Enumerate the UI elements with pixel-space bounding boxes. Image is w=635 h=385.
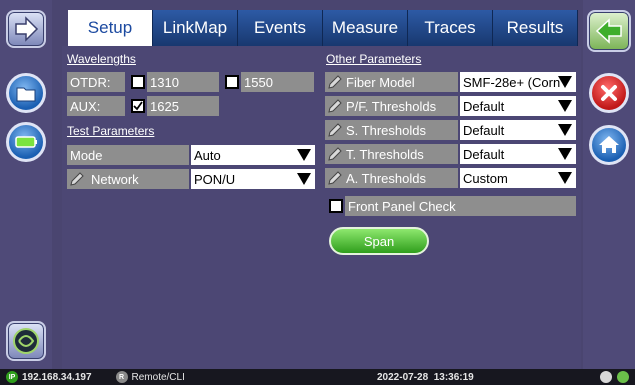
otdr-1310-checkbox[interactable] bbox=[131, 75, 145, 89]
s-thresholds-value: Default bbox=[463, 122, 505, 138]
fiber-model-label-cell[interactable]: Fiber Model bbox=[325, 72, 458, 92]
settings-logo-icon bbox=[13, 328, 39, 354]
pf-thresholds-label: P/F. Thresholds bbox=[346, 98, 437, 114]
tab-measure[interactable]: Measure bbox=[323, 10, 408, 46]
chevron-down-icon bbox=[297, 149, 311, 161]
fiber-model-dropdown[interactable]: SMF-28e+ (Corni bbox=[460, 72, 576, 92]
left-rail bbox=[0, 0, 52, 369]
network-dropdown[interactable]: PON/U bbox=[191, 169, 315, 189]
remote-icon: R bbox=[115, 371, 128, 383]
pf-thresholds-label-cell[interactable]: P/F. Thresholds bbox=[325, 96, 458, 116]
pencil-icon[interactable] bbox=[326, 121, 344, 139]
t-thresholds-value: Default bbox=[463, 146, 505, 162]
fiber-model-label: Fiber Model bbox=[346, 74, 415, 90]
a-thresholds-label-cell[interactable]: A. Thresholds bbox=[325, 168, 458, 188]
otdr-label: OTDR: bbox=[67, 72, 125, 92]
fiber-model-value: SMF-28e+ (Corni bbox=[463, 74, 561, 90]
aux-1625-label: 1625 bbox=[147, 96, 219, 116]
app-logo-button[interactable] bbox=[6, 321, 46, 361]
pencil-icon[interactable] bbox=[326, 145, 344, 163]
s-thresholds-dropdown[interactable]: Default bbox=[460, 120, 576, 140]
t-thresholds-label-cell[interactable]: T. Thresholds bbox=[325, 144, 458, 164]
pf-thresholds-dropdown[interactable]: Default bbox=[460, 96, 576, 116]
datetime: 2022-07-28 13:36:19 bbox=[377, 371, 474, 383]
pencil-icon[interactable] bbox=[68, 170, 86, 188]
home-icon bbox=[599, 136, 619, 153]
bluetooth-icon bbox=[600, 371, 612, 383]
mode-value: Auto bbox=[194, 147, 221, 163]
chevron-down-icon bbox=[558, 172, 572, 184]
arrow-left-icon bbox=[595, 18, 622, 44]
close-button[interactable] bbox=[589, 73, 629, 113]
front-panel-check-label: Front Panel Check bbox=[345, 196, 576, 216]
a-thresholds-value: Custom bbox=[463, 170, 508, 186]
tab-events[interactable]: Events bbox=[238, 10, 323, 46]
right-rail bbox=[583, 0, 635, 369]
pf-thresholds-value: Default bbox=[463, 98, 505, 114]
mode-label: Mode bbox=[67, 145, 189, 165]
chevron-down-icon bbox=[558, 124, 572, 136]
ip-address: 192.168.34.197 bbox=[22, 371, 92, 383]
a-thresholds-label: A. Thresholds bbox=[346, 170, 426, 186]
chevron-down-icon bbox=[558, 76, 572, 88]
pencil-icon[interactable] bbox=[326, 97, 344, 115]
open-file-button[interactable] bbox=[6, 73, 46, 113]
folder-icon bbox=[16, 87, 36, 102]
pencil-icon[interactable] bbox=[326, 169, 344, 187]
otdr-1310-label: 1310 bbox=[147, 72, 219, 92]
test-parameters-heading: Test Parameters bbox=[67, 124, 155, 138]
arrow-right-icon bbox=[15, 16, 39, 42]
otdr-1550-label: 1550 bbox=[241, 72, 314, 92]
battery-button[interactable] bbox=[6, 122, 46, 162]
t-thresholds-label: T. Thresholds bbox=[346, 146, 424, 162]
home-button[interactable] bbox=[589, 125, 629, 165]
remote-status: Remote/CLI bbox=[131, 371, 185, 383]
back-button[interactable] bbox=[587, 10, 631, 52]
pencil-icon[interactable] bbox=[326, 73, 344, 91]
checkmark-icon bbox=[133, 101, 143, 111]
chevron-down-icon bbox=[297, 173, 311, 185]
t-thresholds-dropdown[interactable]: Default bbox=[460, 144, 576, 164]
tab-setup[interactable]: Setup bbox=[68, 10, 153, 46]
close-icon bbox=[601, 85, 617, 101]
chevron-down-icon bbox=[558, 148, 572, 160]
other-parameters-heading: Other Parameters bbox=[326, 52, 422, 66]
s-thresholds-label-cell[interactable]: S. Thresholds bbox=[325, 120, 458, 140]
aux-label: AUX: bbox=[67, 96, 125, 116]
aux-1625-checkbox[interactable] bbox=[131, 99, 145, 113]
status-bar: IP 192.168.34.197 R Remote/CLI 2022-07-2… bbox=[0, 369, 635, 385]
chevron-down-icon bbox=[558, 100, 572, 112]
span-button[interactable]: Span bbox=[329, 227, 429, 255]
ip-icon: IP bbox=[6, 371, 18, 383]
tab-bar: Setup LinkMap Events Measure Traces Resu… bbox=[68, 10, 578, 46]
tab-results[interactable]: Results bbox=[493, 10, 578, 46]
mode-dropdown[interactable]: Auto bbox=[191, 145, 315, 165]
power-icon bbox=[617, 371, 629, 383]
s-thresholds-label: S. Thresholds bbox=[346, 122, 426, 138]
tab-traces[interactable]: Traces bbox=[408, 10, 493, 46]
forward-button[interactable] bbox=[6, 10, 46, 48]
otdr-1550-checkbox[interactable] bbox=[225, 75, 239, 89]
battery-icon bbox=[15, 136, 37, 148]
a-thresholds-dropdown[interactable]: Custom bbox=[460, 168, 576, 188]
network-value: PON/U bbox=[194, 171, 236, 187]
network-label: Network bbox=[91, 171, 139, 187]
wavelengths-heading: Wavelengths bbox=[67, 52, 136, 66]
front-panel-check-checkbox[interactable] bbox=[329, 199, 343, 213]
tab-linkmap[interactable]: LinkMap bbox=[153, 10, 238, 46]
